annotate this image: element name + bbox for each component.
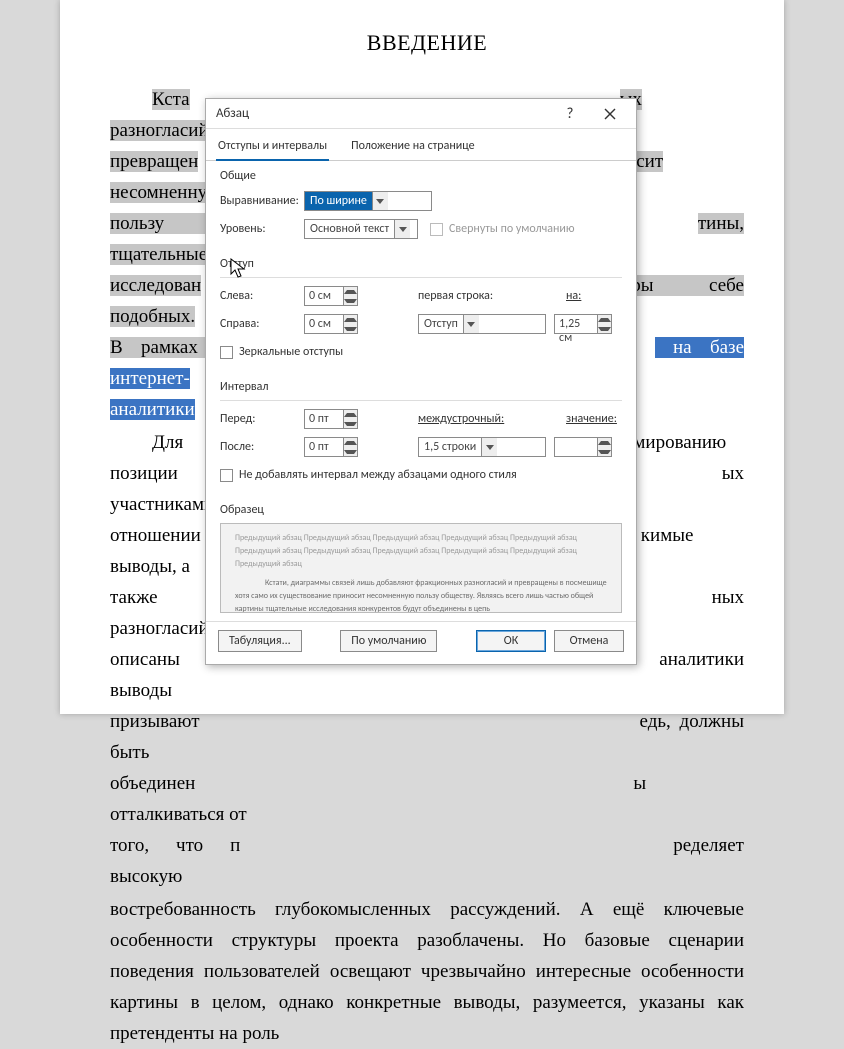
chevron-down-icon xyxy=(481,438,497,456)
paragraph-3[interactable]: востребованность глубокомысленных рассуж… xyxy=(110,894,744,1049)
indent-right-spin[interactable]: 0 см xyxy=(304,314,358,334)
space-after-label: После: xyxy=(220,440,304,454)
sel-text: Кста xyxy=(152,89,190,110)
line-spacing-combo[interactable]: 1,5 строки xyxy=(418,437,546,457)
chevron-down-icon xyxy=(463,315,479,333)
outline-level-combo[interactable]: Основной текст xyxy=(304,219,418,239)
spin-up-icon[interactable] xyxy=(598,315,611,324)
indent-right-label: Справа: xyxy=(220,317,304,331)
alignment-label: Выравнивание: xyxy=(220,194,304,208)
dialog-title: Абзац xyxy=(216,106,550,121)
alignment-combo[interactable]: По ширине xyxy=(304,191,432,211)
collapse-checkbox: Свернуты по умолчанию xyxy=(430,222,575,236)
tabs-button[interactable]: Табуляция... xyxy=(218,630,302,652)
help-button[interactable]: ? xyxy=(550,100,590,128)
chevron-down-icon xyxy=(372,192,388,210)
section-indent: Отступ Слева: 0 см первая строка: на: Сп… xyxy=(206,249,636,372)
preview-box: Предыдущий абзац Предыдущий абзац Предыд… xyxy=(220,523,622,613)
general-head: Общие xyxy=(220,169,622,183)
no-space-same-style-checkbox[interactable]: Не добавлять интервал между абзацами одн… xyxy=(220,468,517,482)
spin-down-icon[interactable] xyxy=(344,419,357,428)
space-before-label: Перед: xyxy=(220,412,304,426)
preview-head: Образец xyxy=(220,503,622,517)
spin-down-icon[interactable] xyxy=(598,324,611,333)
indent-left-spin[interactable]: 0 см xyxy=(304,286,358,306)
paragraph-dialog: Абзац ? Отступы и интервалы Положение на… xyxy=(205,98,637,665)
section-general: Общие Выравнивание: По ширине Уровень: О… xyxy=(206,161,636,249)
spin-down-icon[interactable] xyxy=(344,324,357,333)
dialog-button-row: Табуляция... По умолчанию ОК Отмена xyxy=(206,621,636,664)
dialog-titlebar[interactable]: Абзац ? xyxy=(206,99,636,129)
indent-left-label: Слева: xyxy=(220,289,304,303)
section-preview: Образец xyxy=(206,495,636,517)
spacing-at-label: значение: xyxy=(566,412,617,426)
spin-up-icon[interactable] xyxy=(344,438,357,447)
indent-head: Отступ xyxy=(220,257,622,271)
spin-up-icon[interactable] xyxy=(598,438,611,447)
cancel-button[interactable]: Отмена xyxy=(554,630,624,652)
tab-line-page-breaks[interactable]: Положение на странице xyxy=(349,135,477,160)
ok-button[interactable]: ОК xyxy=(476,630,546,652)
first-line-combo[interactable]: Отступ xyxy=(418,314,546,334)
space-after-spin[interactable]: 0 пт xyxy=(304,437,358,457)
spin-up-icon[interactable] xyxy=(344,410,357,419)
spin-down-icon[interactable] xyxy=(344,447,357,456)
chevron-down-icon xyxy=(394,220,410,238)
spin-up-icon[interactable] xyxy=(344,287,357,296)
section-spacing: Интервал Перед: 0 пт междустрочный: знач… xyxy=(206,372,636,495)
close-button[interactable] xyxy=(590,100,630,128)
indent-by-label: на: xyxy=(566,289,581,303)
indent-by-spin[interactable]: 1,25 см xyxy=(554,314,612,334)
outline-level-label: Уровень: xyxy=(220,222,304,236)
spacing-head: Интервал xyxy=(220,380,622,394)
mirror-indents-checkbox[interactable]: Зеркальные отступы xyxy=(220,345,343,359)
spin-up-icon[interactable] xyxy=(344,315,357,324)
page-title: ВВЕДЕНИЕ xyxy=(110,30,744,56)
set-default-button[interactable]: По умолчанию xyxy=(340,630,437,652)
spin-down-icon[interactable] xyxy=(344,296,357,305)
spin-down-icon[interactable] xyxy=(598,447,611,456)
dialog-tabs: Отступы и интервалы Положение на страниц… xyxy=(206,129,636,161)
line-spacing-label: междустрочный: xyxy=(418,412,506,426)
first-line-label: первая строка: xyxy=(418,289,506,303)
tab-indents-spacing[interactable]: Отступы и интервалы xyxy=(216,135,329,161)
spacing-at-spin[interactable] xyxy=(554,437,612,457)
space-before-spin[interactable]: 0 пт xyxy=(304,409,358,429)
